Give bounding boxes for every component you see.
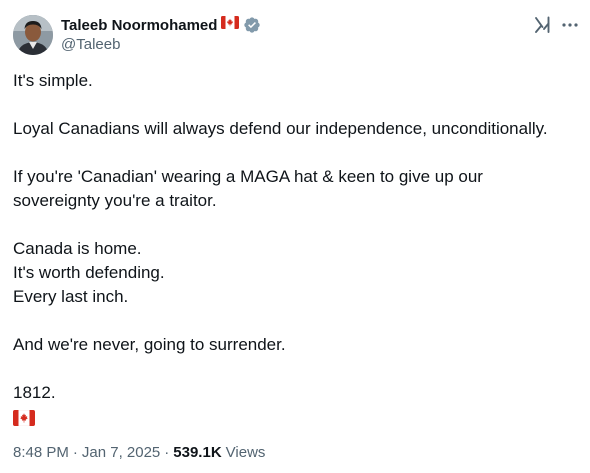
tweet-line: If you're 'Canadian' wearing a MAGA hat …	[13, 167, 483, 186]
views-count[interactable]: 539.1K	[173, 444, 221, 461]
tweet-line: Canada is home.	[13, 239, 142, 258]
author-display-name[interactable]: Taleeb Noormohamed	[61, 17, 217, 34]
tweet-line: Every last inch.	[13, 287, 129, 306]
tweet-date[interactable]: Jan 7, 2025	[82, 444, 160, 461]
meta-separator: ·	[164, 444, 170, 461]
avatar[interactable]	[13, 15, 53, 55]
tweet-line: It's simple.	[13, 71, 93, 90]
tweet-text: It's simple. Loyal Canadians will always…	[13, 69, 583, 429]
grok-icon	[535, 16, 550, 33]
tweet-line: It's worth defending.	[13, 263, 165, 282]
more-icon	[562, 23, 578, 27]
tweet: Taleeb Noormohamed @Taleeb It's simple. …	[0, 0, 590, 473]
avatar-image	[13, 15, 53, 55]
tweet-line: Loyal Canadians will always defend our i…	[13, 119, 548, 138]
canada-flag-icon	[221, 16, 240, 34]
grok-button[interactable]	[531, 13, 555, 37]
canada-flag-icon	[13, 405, 583, 429]
views-label: Views	[225, 444, 266, 461]
tweet-line: sovereignty you're a traitor.	[13, 191, 217, 210]
tweet-line: 1812.	[13, 383, 56, 402]
verified-badge-icon	[243, 16, 261, 34]
tweet-time[interactable]: 8:48 PM	[13, 444, 69, 461]
author-name-row: Taleeb Noormohamed	[61, 15, 261, 35]
meta-separator: ·	[72, 444, 78, 461]
tweet-line: And we're never, going to surrender.	[13, 335, 286, 354]
tweet-meta: 8:48 PM · Jan 7, 2025 · 539.1K Views	[13, 444, 265, 461]
more-options-button[interactable]	[558, 13, 582, 37]
author-handle[interactable]: @Taleeb	[61, 36, 120, 53]
